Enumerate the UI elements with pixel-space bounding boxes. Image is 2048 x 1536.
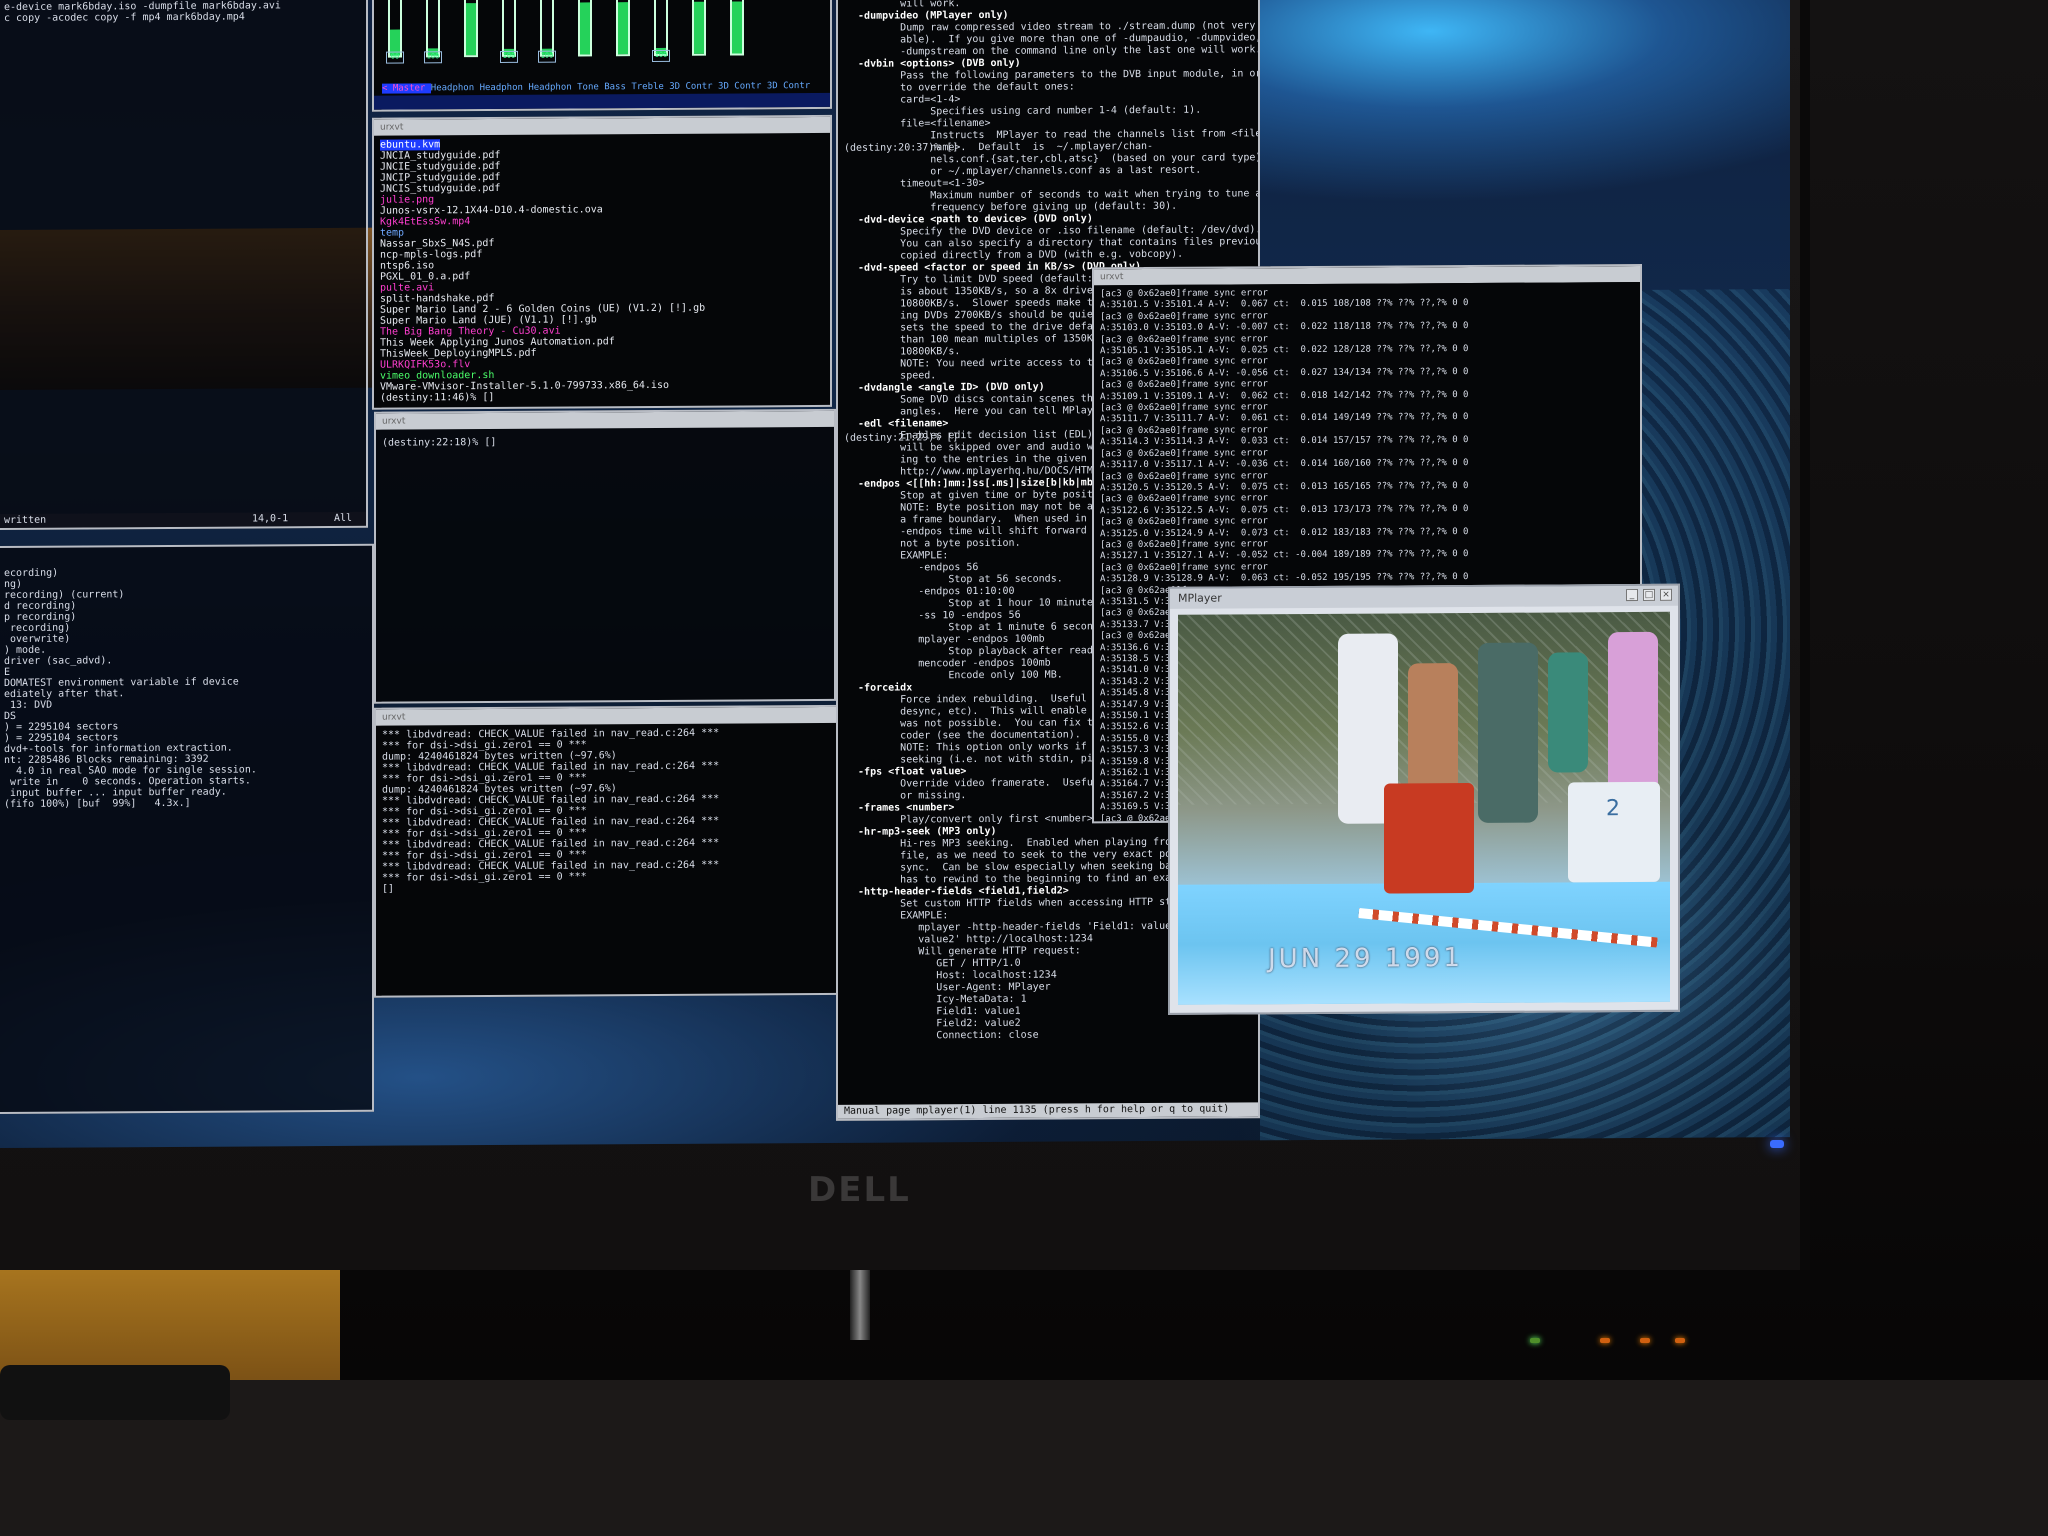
video-starting-block-red bbox=[1384, 782, 1474, 894]
volume-value: 100 bbox=[652, 49, 670, 63]
terminal-left-top[interactable]: e-device mark6bday.iso -dumpfile mark6bd… bbox=[0, 0, 368, 531]
screen: e-device mark6bday.iso -dumpfile mark6bd… bbox=[0, 0, 1790, 1148]
mixer-channel[interactable]: 100 bbox=[424, 0, 442, 75]
mixer-label[interactable]: Headphon bbox=[528, 82, 577, 93]
mixer-label[interactable]: < Master bbox=[382, 83, 431, 94]
video-frame[interactable]: 2 JUN 29 1991 bbox=[1178, 611, 1670, 1005]
mixer-label[interactable]: 3D Contr bbox=[767, 81, 816, 91]
device-led bbox=[1600, 1338, 1610, 1343]
terminal-line: (fifo 100%) [buf 99%] 4.3x.] bbox=[4, 797, 191, 810]
video-person bbox=[1548, 652, 1588, 773]
close-icon[interactable]: × bbox=[1660, 588, 1672, 601]
mixer-label[interactable]: Headphon bbox=[431, 83, 480, 93]
volume-bar[interactable] bbox=[616, 0, 630, 57]
mixer-label[interactable]: 3D Contr bbox=[669, 82, 718, 92]
video-person bbox=[1608, 631, 1658, 803]
volume-fill bbox=[694, 1, 704, 54]
terminal-empty-shell[interactable]: urxvt (destiny:22:18)% [] bbox=[374, 408, 836, 704]
lane-number: 2 bbox=[1606, 796, 1620, 822]
mixer-channel[interactable]: 100 bbox=[652, 0, 670, 74]
video-person bbox=[1478, 642, 1538, 823]
mixer-channel[interactable] bbox=[690, 0, 708, 74]
volume-fill bbox=[580, 2, 590, 55]
volume-fill bbox=[466, 2, 476, 56]
terminal-dvd-errors[interactable]: urxvt *** libdvdread: CHECK_VALUE failed… bbox=[374, 704, 844, 998]
alsamixer-window[interactable]: 00 100 100 100 100 < Master Headphon Headpho… bbox=[372, 0, 832, 112]
mplayer-window[interactable]: MPlayer _ □ × 2 JUN 29 1991 bbox=[1168, 583, 1680, 1015]
manpage-line: or ~/.mplayer/channels.conf as a last re… bbox=[846, 164, 1202, 178]
terminal-file-listing[interactable]: urxvt ebuntu.kvm JNCIA_studyguide.pdf JNCI… bbox=[372, 114, 832, 410]
manpage-status-bar: Manual page mplayer(1) line 1135 (press … bbox=[838, 1102, 1258, 1119]
terminal-left-bottom[interactable]: ecording) ng) recording) (current) d record… bbox=[0, 543, 374, 1115]
volume-value: 100 bbox=[538, 50, 556, 63]
monitor-stand bbox=[850, 1270, 870, 1340]
volume-bar[interactable] bbox=[730, 0, 744, 56]
volume-bar[interactable] bbox=[426, 0, 440, 58]
terminal-output: e-device mark6bday.iso -dumpfile mark6bd… bbox=[0, 0, 366, 28]
phone bbox=[0, 1365, 230, 1420]
window-title: MPlayer bbox=[1178, 591, 1222, 605]
volume-fill bbox=[732, 1, 742, 54]
status-written: written bbox=[4, 514, 47, 526]
window-title: urxvt bbox=[1094, 265, 1640, 286]
video-date-stamp: JUN 29 1991 bbox=[1268, 943, 1463, 975]
volume-bar[interactable] bbox=[540, 0, 554, 57]
volume-value: 00 bbox=[386, 51, 404, 64]
mixer-bottom-bar bbox=[374, 92, 830, 110]
window-controls: _ □ × bbox=[1626, 588, 1672, 602]
dvd-error-log: *** libdvdread: CHECK_VALUE failed in na… bbox=[376, 723, 842, 899]
device-led bbox=[1640, 1338, 1650, 1343]
mplayer-titlebar[interactable]: MPlayer _ □ × bbox=[1170, 585, 1678, 609]
desk bbox=[0, 1380, 2048, 1536]
file-list: ebuntu.kvm JNCIA_studyguide.pdf JNCIE_stud… bbox=[374, 133, 830, 408]
terminal-line: c copy -acodec copy -f mp4 mark6bday.mp4 bbox=[4, 11, 245, 24]
file-entry: (destiny:11:46)% [] bbox=[380, 391, 495, 404]
shell-prompt-1: (destiny:20:37)% [] bbox=[844, 142, 959, 154]
mixer-channel[interactable] bbox=[576, 0, 594, 74]
volume-value: 100 bbox=[500, 50, 518, 63]
mixer-channel[interactable] bbox=[462, 0, 480, 75]
mixer-label[interactable]: 3D Contr bbox=[718, 81, 767, 91]
mixer-channel-labels: < Master Headphon Headphon Headphon Tone… bbox=[382, 81, 816, 94]
mixer-label[interactable]: Headphon bbox=[480, 83, 529, 93]
volume-bar[interactable] bbox=[502, 0, 516, 57]
shell-prompt: (destiny:22:18)% [] bbox=[382, 436, 497, 449]
terminal-output: ecording) ng) recording) (current) d record… bbox=[0, 546, 372, 814]
manpage-line: Connection: close bbox=[846, 1029, 1039, 1042]
video-person bbox=[1408, 663, 1458, 794]
shell-prompt-2: (destiny:21:29)% [] bbox=[844, 432, 959, 444]
status-position: 14,0-1 bbox=[252, 513, 289, 525]
monitor-brand-logo: DELL bbox=[808, 1170, 911, 1210]
mixer-channel[interactable]: 00 bbox=[386, 0, 404, 76]
synclog-inner: urxvt bbox=[1094, 265, 1640, 286]
mixer-channel[interactable]: 100 bbox=[500, 0, 518, 75]
power-led bbox=[1770, 1140, 1784, 1148]
volume-bar[interactable] bbox=[654, 0, 668, 57]
volume-bar[interactable] bbox=[388, 0, 402, 58]
minimize-icon[interactable]: _ bbox=[1626, 588, 1638, 602]
manpage-line: Specifies using card number 1-4 (default… bbox=[846, 104, 1202, 118]
mixer-label[interactable]: Bass bbox=[604, 82, 631, 92]
vim-status-bar: written 14,0-1 All bbox=[0, 511, 366, 529]
volume-bar[interactable] bbox=[692, 0, 706, 56]
volume-bar[interactable] bbox=[464, 0, 478, 58]
status-all: All bbox=[334, 512, 353, 524]
mixer-label[interactable]: Tone bbox=[577, 82, 604, 92]
mixer-channels: 00 100 100 100 100 bbox=[386, 0, 746, 76]
volume-value: 100 bbox=[424, 51, 442, 64]
monitor: e-device mark6bday.iso -dumpfile mark6bd… bbox=[0, 0, 1810, 1270]
mixer-label[interactable]: Treble bbox=[631, 82, 669, 92]
device-led bbox=[1530, 1338, 1540, 1343]
mixer-channel[interactable] bbox=[728, 0, 746, 74]
mixer-channel[interactable] bbox=[614, 0, 632, 74]
maximize-icon[interactable]: □ bbox=[1643, 588, 1655, 601]
mixer-channel[interactable]: 100 bbox=[538, 0, 556, 75]
volume-fill bbox=[618, 1, 628, 55]
volume-bar[interactable] bbox=[578, 0, 592, 57]
device-led bbox=[1675, 1338, 1685, 1343]
video-starting-block-white: 2 bbox=[1568, 781, 1660, 883]
manpage-line: -dumpstream on the command line only the… bbox=[846, 44, 1260, 58]
